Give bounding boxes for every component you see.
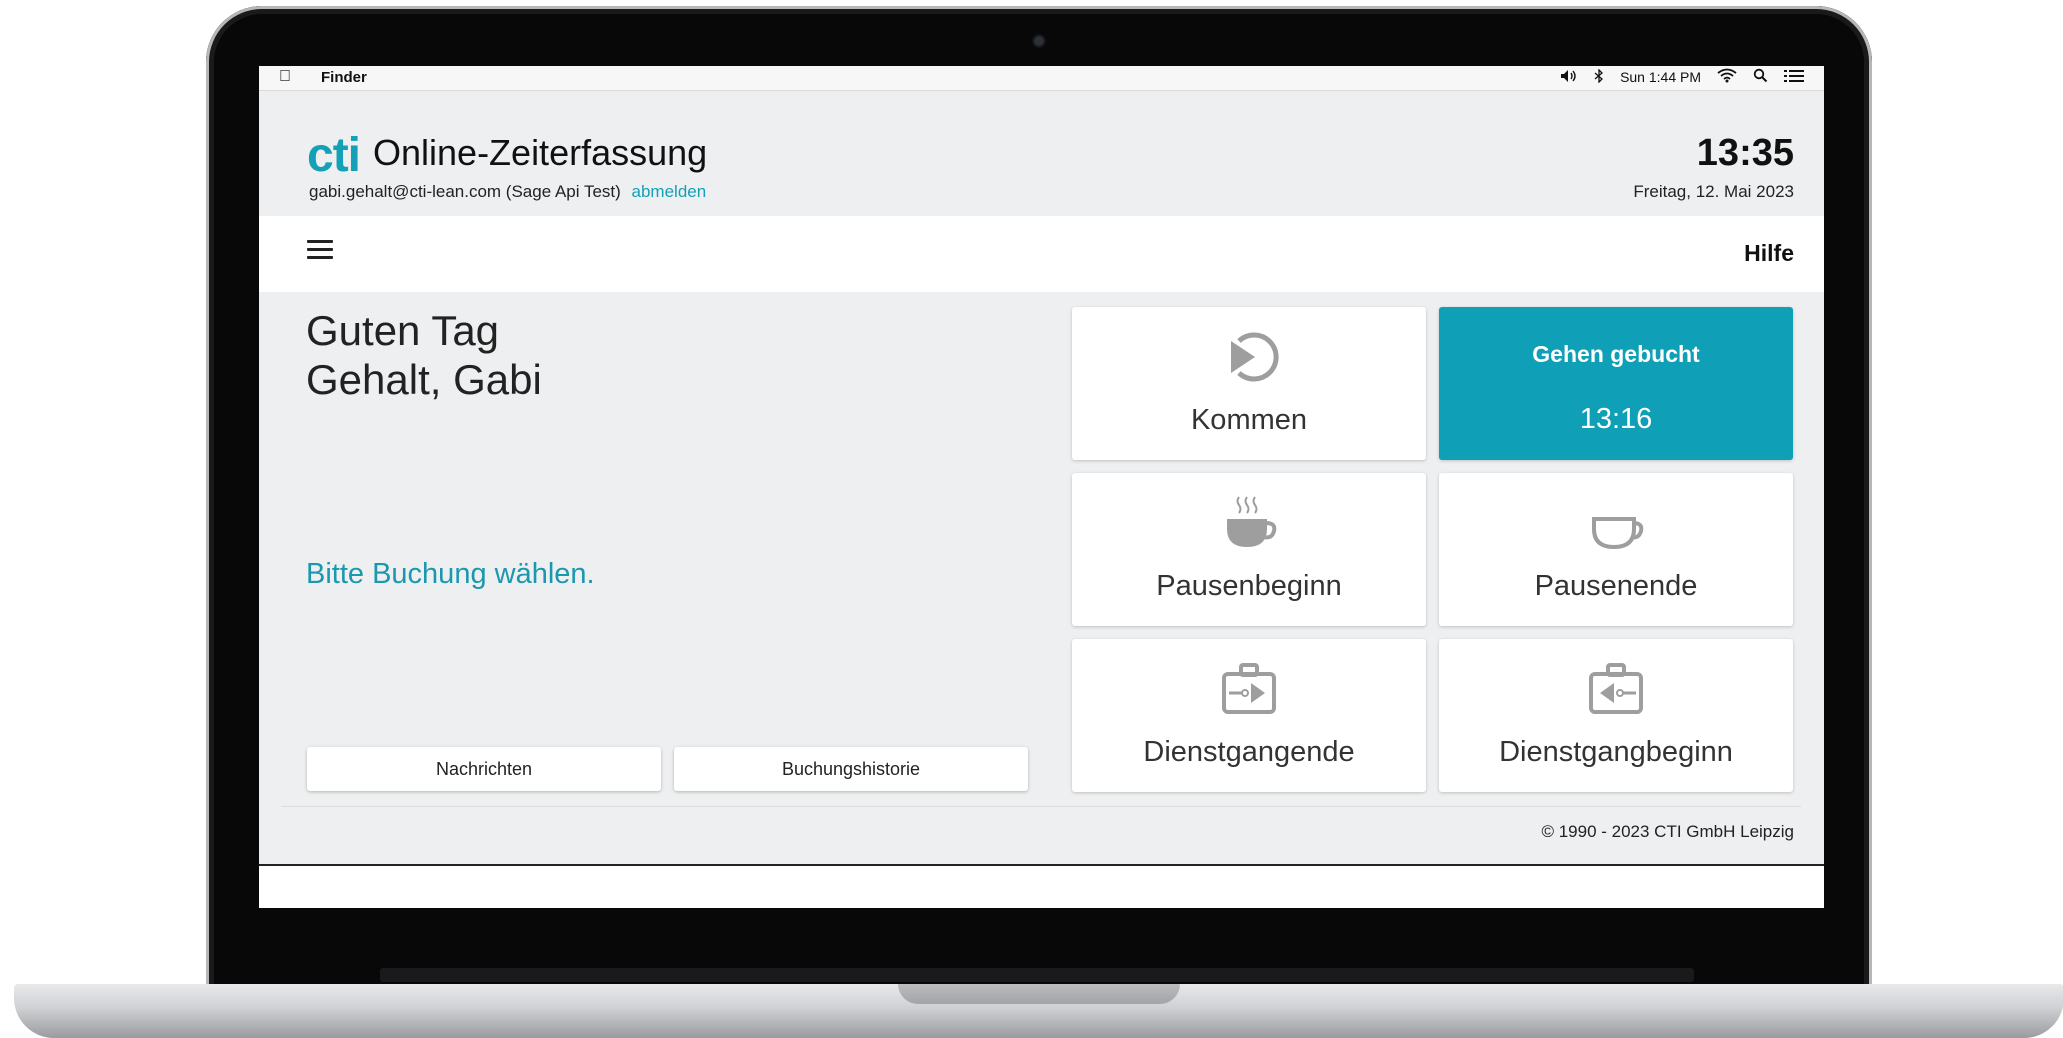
gehen-status-label: Gehen gebucht [1532, 341, 1700, 367]
pausenende-tile[interactable]: Pausenende [1439, 473, 1793, 626]
apple-icon[interactable]:  [279, 68, 291, 86]
current-time: 13:35 [1696, 132, 1794, 174]
list-icon[interactable] [1784, 69, 1804, 86]
laptop-notch [898, 984, 1180, 1004]
arrive-icon [1231, 332, 1279, 382]
macos-menubar:  Finder Sun 1:44 PM [259, 66, 1824, 91]
user-info: gabi.gehalt@cti-lean.com (Sage Api Test)… [309, 182, 706, 202]
user-name: Gehalt, Gabi [306, 356, 542, 403]
hot-coffee-icon [1227, 496, 1277, 547]
copyright: © 1990 - 2023 CTI GmbH Leipzig [1541, 822, 1794, 841]
bluetooth-icon[interactable] [1594, 67, 1604, 86]
spotlight-icon[interactable] [1753, 68, 1768, 86]
greeting-line: Guten Tag [306, 307, 500, 354]
briefcase-out-icon [1589, 663, 1643, 714]
menubar-status-area: Sun 1:44 PM [1560, 67, 1804, 86]
dienstgangende-label: Dienstgangende [1143, 736, 1355, 768]
messages-button[interactable]: Nachrichten [307, 747, 661, 791]
current-date: Freitag, 12. Mai 2023 [1633, 182, 1794, 201]
volume-icon[interactable] [1560, 69, 1578, 86]
kommen-label: Kommen [1190, 404, 1308, 436]
greeting: Guten Tag Gehalt, Gabi [306, 306, 542, 404]
laptop-hinge [380, 968, 1694, 982]
user-email: gabi.gehalt@cti-lean.com (Sage Api Test) [309, 182, 621, 201]
navbar: Hilfe [259, 216, 1824, 292]
dienstgangende-tile[interactable]: Dienstgangende [1072, 639, 1426, 792]
pausenbeginn-tile[interactable]: Pausenbeginn [1072, 473, 1426, 626]
cti-logo: cti [307, 129, 361, 182]
logout-link[interactable]: abmelden [632, 182, 707, 201]
footer-divider [281, 806, 1801, 807]
dienstgangbeginn-label: Dienstgangbeginn [1499, 736, 1733, 768]
pausenbeginn-label: Pausenbeginn [1156, 570, 1342, 602]
menubar-clock[interactable]: Sun 1:44 PM [1620, 69, 1701, 85]
empty-cup-icon [1592, 517, 1644, 550]
kommen-tile[interactable]: Kommen [1072, 307, 1426, 460]
help-link[interactable]: Hilfe [1744, 240, 1794, 267]
gehen-tile[interactable]: Gehen gebucht 13:16 [1439, 307, 1793, 460]
camera-icon [1034, 36, 1044, 46]
bottom-strip [259, 864, 1824, 908]
briefcase-in-icon [1222, 663, 1276, 714]
screen:  Finder Sun 1:44 PM cti Online-Zeiterfa… [259, 66, 1824, 908]
dienstgangbeginn-tile[interactable]: Dienstgangbeginn [1439, 639, 1793, 792]
hamburger-menu-icon[interactable] [307, 240, 333, 262]
pausenende-label: Pausenende [1534, 570, 1698, 602]
booking-prompt: Bitte Buchung wählen. [306, 558, 595, 590]
app-title: Online-Zeiterfassung [373, 132, 708, 173]
menubar-app-name[interactable]: Finder [321, 69, 367, 86]
booking-history-button[interactable]: Buchungshistorie [674, 747, 1028, 791]
gehen-booked-time: 13:16 [1579, 403, 1653, 435]
wifi-icon[interactable] [1717, 68, 1737, 86]
